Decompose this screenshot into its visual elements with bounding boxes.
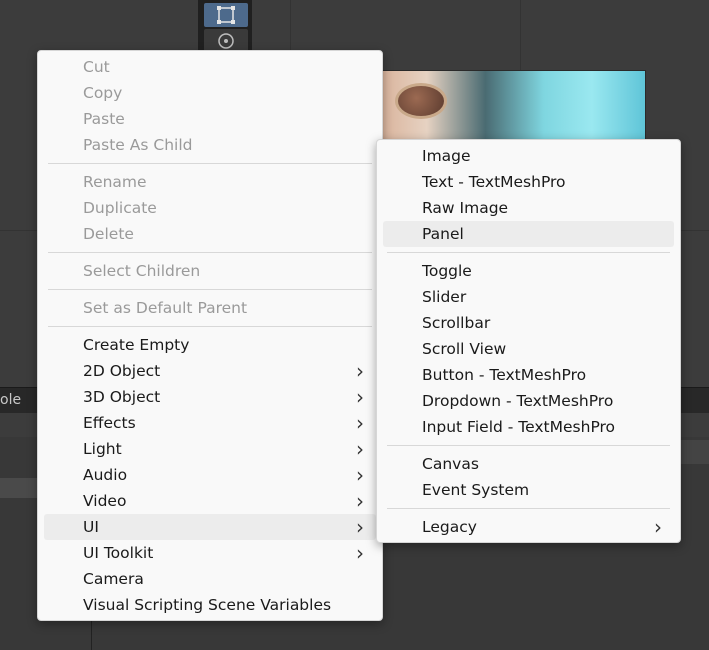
menu-item-label: UI bbox=[83, 518, 99, 536]
panel-selected-row[interactable] bbox=[0, 478, 38, 498]
menu-item-label: UI Toolkit bbox=[83, 544, 154, 562]
menu-item-label: Visual Scripting Scene Variables bbox=[83, 596, 332, 614]
chevron-right-icon: › bbox=[356, 463, 364, 487]
menu-item-label: Camera bbox=[83, 570, 144, 588]
menu-item-scrollbar[interactable]: Scrollbar bbox=[383, 310, 674, 336]
menu-item-2d-object[interactable]: 2D Object › bbox=[44, 358, 376, 384]
menu-item-effects[interactable]: Effects › bbox=[44, 410, 376, 436]
menu-item-label: Paste bbox=[83, 110, 125, 128]
menu-item-label: Set as Default Parent bbox=[83, 299, 248, 317]
menu-item-button-textmeshpro[interactable]: Button - TextMeshPro bbox=[383, 362, 674, 388]
menu-separator bbox=[48, 252, 372, 253]
menu-separator bbox=[387, 508, 670, 509]
menu-item-paste-as-child[interactable]: Paste As Child bbox=[44, 132, 376, 158]
chevron-right-icon: › bbox=[356, 359, 364, 383]
menu-item-video[interactable]: Video › bbox=[44, 488, 376, 514]
menu-item-raw-image[interactable]: Raw Image bbox=[383, 195, 674, 221]
menu-item-text-textmeshpro[interactable]: Text - TextMeshPro bbox=[383, 169, 674, 195]
console-tab[interactable]: ole bbox=[0, 392, 21, 408]
menu-item-label: Scroll View bbox=[422, 340, 507, 358]
chevron-right-icon: › bbox=[654, 515, 662, 539]
menu-item-ui[interactable]: UI › bbox=[44, 514, 376, 540]
menu-item-label: Canvas bbox=[422, 455, 479, 473]
menu-item-label: Button - TextMeshPro bbox=[422, 366, 587, 384]
menu-item-label: Raw Image bbox=[422, 199, 509, 217]
menu-item-label: 3D Object bbox=[83, 388, 161, 406]
menu-item-label: Panel bbox=[422, 225, 464, 243]
scene-image-preview bbox=[378, 70, 646, 144]
menu-item-label: Toggle bbox=[422, 262, 472, 280]
transform-tool-icon bbox=[218, 33, 234, 49]
menu-item-label: Rename bbox=[83, 173, 147, 191]
menu-item-label: Video bbox=[83, 492, 127, 510]
panel-side-control[interactable] bbox=[680, 440, 709, 464]
menu-item-canvas[interactable]: Canvas bbox=[383, 451, 674, 477]
menu-item-label: Delete bbox=[83, 225, 134, 243]
menu-item-visual-scripting-scene-variables[interactable]: Visual Scripting Scene Variables bbox=[44, 592, 376, 618]
chevron-right-icon: › bbox=[356, 541, 364, 565]
chevron-right-icon: › bbox=[356, 411, 364, 435]
character-image bbox=[395, 83, 447, 119]
menu-item-delete[interactable]: Delete bbox=[44, 221, 376, 247]
menu-item-label: Image bbox=[422, 147, 471, 165]
menu-item-label: Audio bbox=[83, 466, 128, 484]
menu-item-label: Duplicate bbox=[83, 199, 157, 217]
menu-separator bbox=[387, 445, 670, 446]
menu-item-label: Legacy bbox=[422, 518, 477, 536]
menu-item-audio[interactable]: Audio › bbox=[44, 462, 376, 488]
menu-item-rename[interactable]: Rename bbox=[44, 169, 376, 195]
menu-item-ui-toolkit[interactable]: UI Toolkit › bbox=[44, 540, 376, 566]
menu-item-panel[interactable]: Panel bbox=[383, 221, 674, 247]
menu-item-label: Select Children bbox=[83, 262, 201, 280]
menu-item-image[interactable]: Image bbox=[383, 143, 674, 169]
menu-item-label: Text - TextMeshPro bbox=[422, 173, 566, 191]
panel-divider bbox=[91, 620, 92, 650]
menu-item-label: Event System bbox=[422, 481, 530, 499]
menu-item-label: Copy bbox=[83, 84, 123, 102]
menu-item-label: Input Field - TextMeshPro bbox=[422, 418, 616, 436]
menu-item-duplicate[interactable]: Duplicate bbox=[44, 195, 376, 221]
menu-item-light[interactable]: Light › bbox=[44, 436, 376, 462]
menu-item-label: Light bbox=[83, 440, 122, 458]
menu-item-set-as-default-parent[interactable]: Set as Default Parent bbox=[44, 295, 376, 321]
menu-item-event-system[interactable]: Event System bbox=[383, 477, 674, 503]
menu-item-label: Dropdown - TextMeshPro bbox=[422, 392, 614, 410]
chevron-right-icon: › bbox=[356, 515, 364, 539]
menu-item-label: Create Empty bbox=[83, 336, 190, 354]
menu-separator bbox=[48, 163, 372, 164]
menu-item-slider[interactable]: Slider bbox=[383, 284, 674, 310]
menu-item-label: 2D Object bbox=[83, 362, 161, 380]
menu-item-label: Scrollbar bbox=[422, 314, 491, 332]
ui-submenu: Image Text - TextMeshPro Raw Image Panel Tog… bbox=[376, 139, 681, 543]
menu-item-label: Paste As Child bbox=[83, 136, 193, 154]
menu-separator bbox=[48, 289, 372, 290]
hierarchy-context-menu: Cut Copy Paste Paste As Child Rename Duplicat… bbox=[37, 50, 383, 621]
menu-item-dropdown-textmeshpro[interactable]: Dropdown - TextMeshPro bbox=[383, 388, 674, 414]
menu-item-copy[interactable]: Copy bbox=[44, 80, 376, 106]
menu-item-paste[interactable]: Paste bbox=[44, 106, 376, 132]
menu-item-label: Slider bbox=[422, 288, 467, 306]
chevron-right-icon: › bbox=[356, 489, 364, 513]
rect-transform-tool-icon bbox=[217, 6, 235, 24]
menu-item-camera[interactable]: Camera bbox=[44, 566, 376, 592]
menu-item-cut[interactable]: Cut bbox=[44, 54, 376, 80]
menu-separator bbox=[387, 252, 670, 253]
menu-item-3d-object[interactable]: 3D Object › bbox=[44, 384, 376, 410]
chevron-right-icon: › bbox=[356, 437, 364, 461]
chevron-right-icon: › bbox=[356, 385, 364, 409]
menu-item-legacy[interactable]: Legacy › bbox=[383, 514, 674, 540]
menu-item-label: Cut bbox=[83, 58, 110, 76]
menu-item-scroll-view[interactable]: Scroll View bbox=[383, 336, 674, 362]
menu-item-select-children[interactable]: Select Children bbox=[44, 258, 376, 284]
menu-item-create-empty[interactable]: Create Empty bbox=[44, 332, 376, 358]
menu-item-toggle[interactable]: Toggle bbox=[383, 258, 674, 284]
menu-separator bbox=[48, 326, 372, 327]
rect-tool-button[interactable] bbox=[204, 3, 248, 27]
menu-item-label: Effects bbox=[83, 414, 136, 432]
menu-item-input-field-textmeshpro[interactable]: Input Field - TextMeshPro bbox=[383, 414, 674, 440]
